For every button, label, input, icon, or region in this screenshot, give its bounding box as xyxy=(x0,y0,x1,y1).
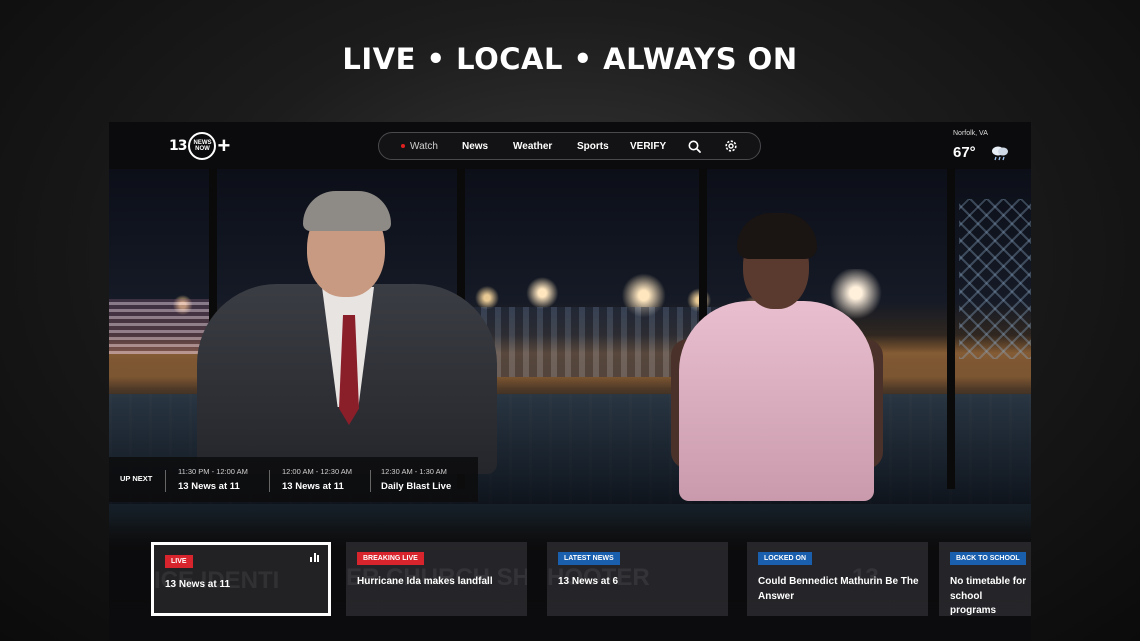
weather-widget[interactable]: Norfolk, VA 67° xyxy=(937,130,1017,164)
live-bars-icon xyxy=(310,553,319,562)
card-title: 13 News at 6 xyxy=(558,576,619,587)
up-next-label: UP NEXT xyxy=(120,474,153,483)
nav-weather[interactable]: Weather xyxy=(513,141,552,152)
card-badge: LIVE xyxy=(165,555,193,568)
window-frame xyxy=(947,169,955,489)
search-icon[interactable] xyxy=(687,139,701,153)
nav-sports[interactable]: Sports xyxy=(577,141,609,152)
station-logo[interactable]: 13 NEWS NOW + xyxy=(169,132,239,160)
slot-title: 13 News at 11 xyxy=(178,481,240,492)
nav-watch[interactable]: Watch xyxy=(401,141,438,152)
gear-icon[interactable] xyxy=(724,139,738,153)
card-title: No timetable for school programs xyxy=(950,576,1027,616)
up-next-slot[interactable]: 11:30 PM - 12:00 AM 13 News at 11 xyxy=(178,467,248,495)
logo-plus: + xyxy=(217,133,231,158)
card-badge: LOCKED ON xyxy=(758,552,812,565)
live-dot-icon xyxy=(401,144,405,148)
crane-background xyxy=(959,199,1031,359)
slot-time: 12:30 AM - 1:30 AM xyxy=(381,467,447,476)
divider xyxy=(269,470,270,492)
card-title: Could Bennedict Mathurin Be The Answer xyxy=(758,576,919,602)
tv-screen: 13 NEWS NOW + Watch News Weather Sports … xyxy=(109,122,1031,641)
top-bar: 13 NEWS NOW + Watch News Weather Sports … xyxy=(109,122,1031,169)
divider xyxy=(370,470,371,492)
content-card-live[interactable]: ICE IDENTI LIVE 13 News at 11 xyxy=(151,542,331,616)
nav-verify[interactable]: VERIFY xyxy=(630,141,666,152)
slot-time: 11:30 PM - 12:00 AM xyxy=(178,467,248,476)
slot-time: 12:00 AM - 12:30 AM xyxy=(282,467,353,476)
up-next-strip: UP NEXT 11:30 PM - 12:00 AM 13 News at 1… xyxy=(109,457,478,502)
weather-temperature: 67° xyxy=(953,144,976,161)
card-title: Hurricane Ida makes landfall xyxy=(357,576,493,587)
content-card-locked-on[interactable]: 13 LOCKED ON Could Bennedict Mathurin Be… xyxy=(747,542,928,616)
content-card-latest[interactable]: HOOTER LATEST NEWS 13 News at 6 xyxy=(547,542,728,616)
cloud-rain-icon xyxy=(989,144,1011,167)
weather-location: Norfolk, VA xyxy=(953,130,988,137)
nav-watch-label: Watch xyxy=(410,140,438,152)
promo-headline: LIVE • LOCAL • ALWAYS ON xyxy=(342,42,798,76)
content-card-back-to-school[interactable]: BACK TO SCHOOL No timetable for school p… xyxy=(939,542,1031,616)
content-rail: ICE IDENTI LIVE 13 News at 11 ER CHURCH … xyxy=(109,522,1031,641)
logo-number: 13 xyxy=(169,138,188,154)
slot-title: 13 News at 11 xyxy=(282,481,344,492)
logo-ring: NEWS NOW xyxy=(188,132,217,160)
card-badge: LATEST NEWS xyxy=(558,552,620,565)
slot-title: Daily Blast Live xyxy=(381,481,452,492)
divider xyxy=(165,470,166,492)
card-title: 13 News at 11 xyxy=(165,579,231,590)
up-next-slot[interactable]: 12:00 AM - 12:30 AM 13 News at 11 xyxy=(282,467,352,495)
content-card-breaking[interactable]: ER CHURCH SHOOTER BREAKING LIVE Hurrican… xyxy=(346,542,527,616)
logo-ring-bottom: NOW xyxy=(195,146,210,152)
up-next-slot[interactable]: 12:30 AM - 1:30 AM Daily Blast Live xyxy=(381,467,451,495)
nav-news[interactable]: News xyxy=(462,141,488,152)
main-nav: Watch News Weather Sports VERIFY xyxy=(378,132,761,160)
card-badge: BREAKING LIVE xyxy=(357,552,424,565)
card-badge: BACK TO SCHOOL xyxy=(950,552,1026,565)
